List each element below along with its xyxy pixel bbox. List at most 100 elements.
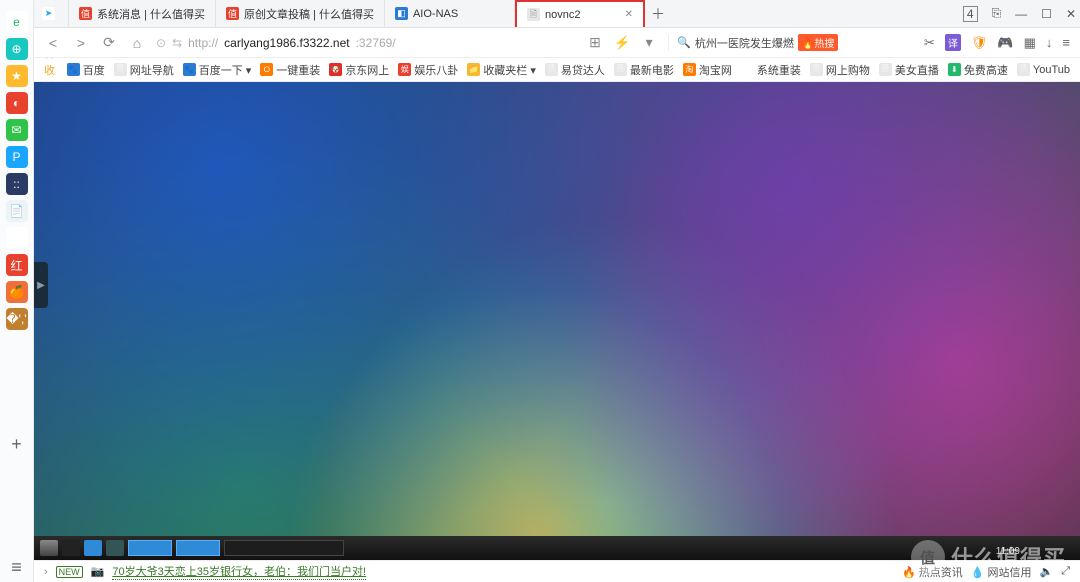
news-link[interactable]: 70岁大爷3天恋上35岁银行女，老伯：我们门当户对! [112,563,366,580]
bookmark-label: 系统重装 [757,62,801,78]
bookmark-item-10[interactable]: ❖系统重装 [741,62,801,78]
bookmark-item-1[interactable]: 🗎网址导航 [114,62,174,78]
forward-button[interactable]: > [72,35,90,51]
back-button[interactable]: < [44,35,62,51]
search-box[interactable]: 🔍 杭州一医院发生爆燃 🔥热搜 [668,34,838,51]
tab-4[interactable]: 🗎 novnc2 ✕ [515,0,645,27]
bookmark-label: 最新电影 [630,62,674,78]
grid-icon[interactable]: ▦ [1024,35,1036,51]
remote-task-1[interactable] [128,540,172,556]
side-app-p[interactable]: P [6,146,28,168]
remote-tray-2[interactable] [84,540,102,556]
bookmark-label: 美女直播 [895,62,939,78]
bookmark-item-9[interactable]: 淘淘宝网 [683,62,732,78]
close-window-button[interactable]: ✕ [1066,7,1076,21]
tab-label: novnc2 [545,9,620,21]
bookmark-favicon: 🗎 [614,63,627,76]
tab-count-badge[interactable]: 4 [963,6,978,22]
qr-icon[interactable]: ⊞ [586,34,604,51]
bookmark-item-3[interactable]: ⭘一键重装 [260,62,320,78]
cast-icon[interactable]: ⇆ [172,36,182,50]
side-spacer[interactable] [6,227,28,249]
side-app-grid[interactable]: :: [6,173,28,195]
bookmark-item-4[interactable]: 🐶京东网上 [329,62,389,78]
bookmark-label: 网址导航 [130,62,174,78]
bookmark-label: 易贷达人 [561,62,605,78]
tab-3[interactable]: ◧AIO-NAS [385,0,515,27]
bookmark-label: 收藏夹栏 ▾ [483,62,536,78]
side-weibo[interactable]: ◐ [6,92,28,114]
window-feature-icon[interactable]: ⎘ [992,6,1002,21]
remote-start-icon[interactable] [40,540,58,556]
side-app-1[interactable]: ⊕ [6,38,28,60]
new-tab-button[interactable]: ＋ [645,0,671,27]
download-icon[interactable]: ↓ [1046,35,1053,50]
bookmark-item-5[interactable]: 娱娱乐八卦 [398,62,458,78]
remote-task-2[interactable] [176,540,220,556]
remote-task-3[interactable] [224,540,344,556]
reload-button[interactable]: ⟳ [100,34,118,51]
bookmark-item-8[interactable]: 🗎最新电影 [614,62,674,78]
side-doc[interactable]: 📄 [6,200,28,222]
main-menu-icon[interactable]: ≡ [1062,35,1070,50]
scissors-icon[interactable]: ✂ [924,35,935,51]
bookmark-item-13[interactable]: ⬇免费高速 [948,62,1008,78]
bookmark-item-7[interactable]: 🗎易贷达人 [545,62,605,78]
browser-logo-icon[interactable]: e [6,11,28,33]
tab-close-button[interactable]: ✕ [625,9,633,20]
search-icon: 🔍 [677,36,691,49]
hot-search-badge: 🔥热搜 [798,34,838,51]
tab-0[interactable]: ➤ [34,0,69,27]
status-chevron-icon[interactable]: › [44,566,48,578]
side-app-orange[interactable]: 🍊 [6,281,28,303]
bookmark-favicon: 🗎 [1017,63,1030,76]
minimize-button[interactable]: — [1015,7,1027,21]
url-field[interactable]: ⊙ ⇆ http://carlyang1986.f3322.net:32769/ [156,36,576,50]
shield-tool-icon[interactable]: 🛡 [971,35,988,51]
bookmark-favicon: 🐶 [329,63,342,76]
tab-2[interactable]: 值原创文章投稿 | 什么值得买 [216,0,385,27]
bookmark-label: YouTub [1033,64,1070,76]
tab-favicon: ◧ [395,7,408,20]
side-mail[interactable]: ✉ [6,119,28,141]
sidebar-add-button[interactable]: + [11,430,22,459]
bookmark-label: 免费高速 [964,62,1008,78]
bookmark-item-12[interactable]: 🗎美女直播 [879,62,939,78]
tab-favicon: 值 [79,7,92,20]
game-icon[interactable]: 🎮 [997,35,1013,51]
bookmarks-star[interactable]: ★ 收藏 [44,58,58,82]
url-protocol: http:// [188,36,218,50]
bookmark-label: 百度 [83,62,105,78]
translate-icon[interactable]: 译 [945,34,961,51]
home-button[interactable]: ⌂ [128,35,146,51]
bookmark-favicon: 📁 [467,63,480,76]
bookmark-item-14[interactable]: 🗎YouTub [1017,62,1070,78]
address-bar: < > ⟳ ⌂ ⊙ ⇆ http://carlyang1986.f3322.ne… [34,28,1080,58]
left-sidebar: e⊕★◐✉P::📄红🍊�',' + ≡ [0,0,34,582]
side-app-game[interactable]: �',' [6,308,28,330]
side-favorites[interactable]: ★ [6,65,28,87]
novnc-handle[interactable]: ▶ [34,262,48,308]
side-xiaohongshu[interactable]: 红 [6,254,28,276]
bookmark-item-0[interactable]: 🐾百度 [67,62,105,78]
sidebar-menu-button[interactable]: ≡ [11,553,22,582]
remote-tray-3[interactable] [106,540,124,556]
addr-drop-icon[interactable]: ▾ [640,34,658,51]
bookmark-label: 网上购物 [826,62,870,78]
bookmark-item-11[interactable]: 🗎网上购物 [810,62,870,78]
bookmark-favicon: 🐾 [67,63,80,76]
tab-favicon: ➤ [42,7,55,20]
bookmark-favicon: 🗎 [879,63,892,76]
tab-bar: ➤ 值系统消息 | 什么值得买值原创文章投稿 | 什么值得买◧AIO-NAS 🗎 no… [34,0,1080,28]
tab-favicon: 🗎 [527,8,540,21]
remote-tray-1[interactable] [62,540,80,556]
vnc-desktop[interactable]: ▶ 11:09 [34,82,1080,560]
bookmark-item-2[interactable]: 🐾百度一下 ▾ [183,62,252,78]
tab-label: 系统消息 | 什么值得买 [97,6,205,22]
bookmark-item-6[interactable]: 📁收藏夹栏 ▾ [467,62,536,78]
camera-icon[interactable]: 📷 [91,565,105,578]
site-shield-icon[interactable]: ⊙ [156,36,166,50]
tab-1[interactable]: 值系统消息 | 什么值得买 [69,0,216,27]
speed-bolt-icon[interactable]: ⚡ [614,35,630,51]
maximize-button[interactable]: ☐ [1041,7,1052,21]
